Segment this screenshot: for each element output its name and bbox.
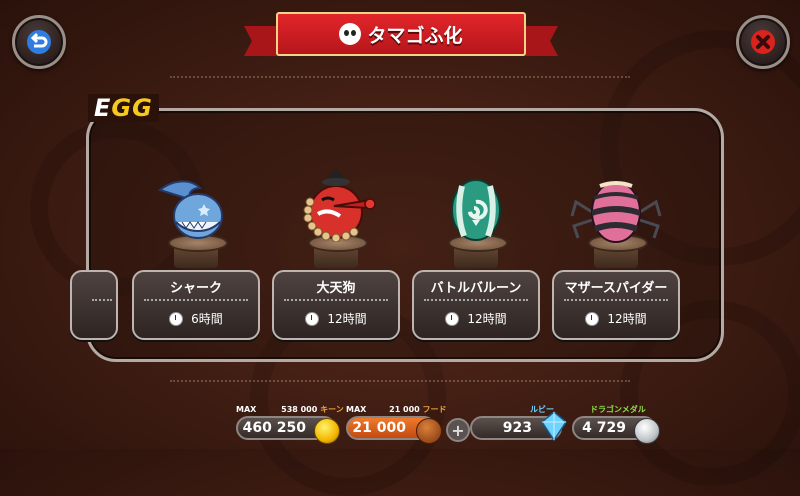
egg-card-mother-spider[interactable]: マザースパイダー 12時間 [552,270,680,340]
clock-icon [445,311,460,326]
page-title: タマゴふ化 [367,24,463,47]
back-button[interactable] [12,15,66,69]
great-tengu-egg-image[interactable] [296,166,376,242]
egg-name: バトルバルーン [430,281,522,296]
egg-card-shark[interactable]: シャーク 6時間 [132,270,260,340]
shark-egg-image[interactable] [152,178,232,240]
egg-card-battle-balloon[interactable]: バトルバルーン 12時間 [412,270,540,340]
egg-card-partial[interactable] [70,270,118,340]
card-separator [424,299,528,301]
egg-name: 大天狗 [316,281,356,296]
divider-bottom [170,380,630,382]
card-separator [92,299,112,301]
hatch-time: 12時間 [554,310,678,327]
ruby-value: 923 [502,420,532,436]
meat-icon [416,418,442,444]
hatch-time-text: 12時間 [327,312,367,326]
medal-label: ドラゴンメダル [590,405,646,414]
gold-coin-icon [314,418,340,444]
battle-balloon-egg-image[interactable] [446,172,506,242]
clock-icon [169,311,184,326]
skull-icon [339,23,362,45]
hatch-time: 12時間 [414,310,538,327]
hatch-time: 12時間 [274,310,398,327]
close-button[interactable] [736,15,790,69]
clock-icon [585,311,600,326]
card-separator [144,299,248,301]
medal-value: 4 729 [582,420,626,436]
food-max-label: MAX 21 000 フード [346,405,447,414]
section-label-e: E [94,94,112,122]
title-banner: タマゴふ化 [244,12,558,56]
back-arrow-icon [27,30,51,54]
plus-button[interactable]: + [446,418,470,442]
banner-body: タマゴふ化 [276,12,526,56]
section-label-egg: EGG [88,94,159,122]
hatch-time-text: 12時間 [467,312,507,326]
divider-top [170,76,630,78]
gold-value: 460 250 [242,420,306,436]
mother-spider-egg-image[interactable] [570,176,662,244]
dragon-medal-icon [634,418,660,444]
clock-icon [305,311,320,326]
egg-name: マザースパイダー [564,281,668,296]
hatch-time-text: 12時間 [607,312,647,326]
food-value: 21 000 [352,420,406,436]
section-label-gg: GG [111,94,153,122]
egg-card-great-tengu[interactable]: 大天狗 12時間 [272,270,400,340]
hatch-time: 6時間 [134,310,258,327]
card-separator [564,299,668,301]
close-x-icon [751,30,775,54]
hatch-time-text: 6時間 [191,312,223,326]
egg-name: シャーク [169,281,222,296]
plus-icon: + [451,420,465,440]
card-separator [284,299,388,301]
gold-max-label: MAX 538 000 キーン [236,405,344,414]
gem-icon [541,411,567,442]
